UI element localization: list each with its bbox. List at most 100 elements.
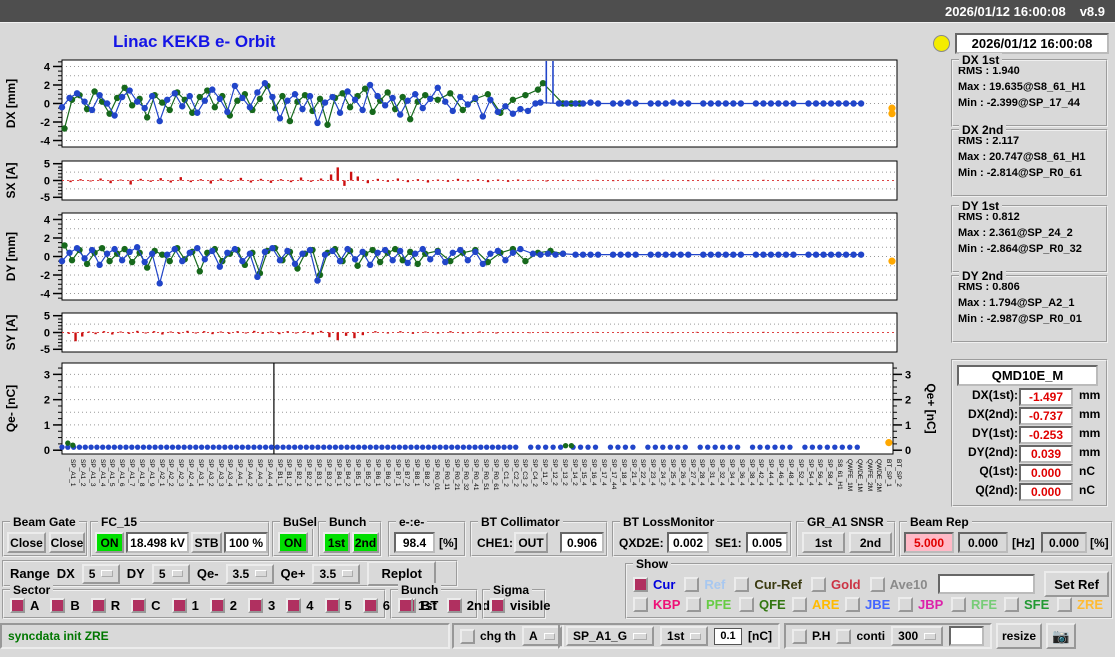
checkbox-label: PFE xyxy=(706,597,732,612)
x-axis-label: SP_14_2 xyxy=(570,459,578,486)
checkbox-icon xyxy=(460,628,475,644)
show-checkbox-cur[interactable]: Cur xyxy=(633,576,675,592)
gr-a1-1st-button[interactable]: 1st xyxy=(802,532,845,553)
bunch-1st-button[interactable]: 1st xyxy=(323,532,350,553)
gr-a1-2nd-button[interactable]: 2nd xyxy=(849,532,892,553)
show-checkbox-rfe[interactable]: RFE xyxy=(951,597,997,612)
sector-checkbox-6[interactable]: 6 xyxy=(362,598,390,613)
beam-gate-label: Beam Gate xyxy=(10,515,79,529)
show-checkbox-are[interactable]: ARE xyxy=(792,597,840,612)
conti-checkbox[interactable]: conti xyxy=(836,628,885,644)
x-axis-label: SP_24_2 xyxy=(659,459,666,486)
sector-checkbox-c[interactable]: C xyxy=(131,598,161,613)
checkbox-icon xyxy=(1057,597,1072,612)
show-checkbox-jbp[interactable]: JBP xyxy=(898,597,943,612)
x-axis-label: SP_A3_3 xyxy=(216,459,224,487)
bunch-dropdown[interactable]: 1st xyxy=(660,626,709,646)
sector-checkbox-b[interactable]: B xyxy=(50,598,80,613)
sector-checkbox-4[interactable]: 4 xyxy=(286,598,314,613)
bunch-2nd-button[interactable]: 2nd xyxy=(352,532,379,553)
checkbox-label: visible xyxy=(510,598,551,613)
show-checkbox-gold[interactable]: Gold xyxy=(811,576,861,592)
show-checkbox-sfe[interactable]: SFE xyxy=(1004,597,1049,612)
beam-gate-close-button-2[interactable]: Close xyxy=(49,532,85,553)
x-axis-label: SP_A1_2 xyxy=(78,459,86,487)
checkbox-icon xyxy=(398,598,413,613)
sector-checkbox-a[interactable]: A xyxy=(10,598,39,613)
x-axis-label: SP_A4_3 xyxy=(255,459,263,487)
bpm-select-panel: SP_A1_G 1st 0.1 [nC] xyxy=(558,623,780,649)
titlebar-time: 2026/01/12 16:00:08 xyxy=(944,3,1066,19)
beam-rep-hz-field: 0.000 xyxy=(958,532,1008,553)
fc15-stb-button[interactable]: STB xyxy=(191,532,222,553)
show-checkbox-pfe[interactable]: PFE xyxy=(686,597,732,612)
page-title: Linac KEKB e- Orbit xyxy=(113,32,276,51)
x-axis-label: SP_12_2 xyxy=(550,459,558,486)
bpm-dropdown[interactable]: SP_A1_G xyxy=(566,626,655,646)
plot-dy: 4 2 0 -2 -4 DY [mm] xyxy=(0,211,900,303)
show-checkbox-jbe[interactable]: JBE xyxy=(845,597,890,612)
threshold-field[interactable]: 0.1 xyxy=(714,627,742,645)
sector-checkbox-5[interactable]: 5 xyxy=(324,598,352,613)
show-checkbox-ave10[interactable]: Ave10 xyxy=(869,576,927,592)
sector-checkbox-1[interactable]: 1 xyxy=(171,598,199,613)
x-axis-label: SP_B3_2 xyxy=(324,459,332,487)
show-checkbox-kbp[interactable]: KBP xyxy=(633,597,681,612)
count-dropdown[interactable]: 300 xyxy=(891,626,944,646)
x-axis-label: SP_34_4 xyxy=(727,459,735,486)
sector-checkbox-2[interactable]: 2 xyxy=(209,598,237,613)
x-axis-label: BT_SP_2 xyxy=(895,459,902,487)
checkbox-icon xyxy=(845,597,860,612)
range-qem-dropdown[interactable]: 3.5 xyxy=(225,563,274,584)
range-qep-dropdown[interactable]: 3.5 xyxy=(312,563,361,584)
beam-gate-close-button-1[interactable]: Close xyxy=(7,532,46,553)
checkbox-label: ARE xyxy=(812,597,840,612)
show-checkbox-ref[interactable]: Ref xyxy=(684,576,726,592)
threshold-unit: [nC] xyxy=(748,629,772,643)
dropdown-indicator-icon xyxy=(633,632,648,640)
fc15-on-button[interactable]: ON xyxy=(95,532,124,553)
monitor-row-label: DY(2nd): xyxy=(968,445,1018,459)
bunch-checkbox-1st[interactable]: 1st xyxy=(398,598,437,613)
show-checkbox-qfe[interactable]: QFE xyxy=(739,597,786,612)
sector-checkbox-r[interactable]: R xyxy=(90,598,120,613)
che1-out-button[interactable]: OUT xyxy=(514,532,548,553)
che1-value-field[interactable]: 0.906 xyxy=(560,532,604,553)
beam-rep-set-field[interactable]: 5.000 xyxy=(904,532,954,553)
chg-th-dropdown[interactable]: A xyxy=(522,626,562,646)
show-checkbox-zre[interactable]: ZRE xyxy=(1057,597,1103,612)
checkbox-label: Ref xyxy=(704,576,726,592)
ph-checkbox[interactable]: P.H xyxy=(792,628,830,644)
ref-name-input[interactable] xyxy=(938,574,1036,594)
blank-input[interactable] xyxy=(949,626,984,646)
svg-text:3: 3 xyxy=(905,369,911,381)
chg-th-checkbox[interactable]: chg th xyxy=(460,628,516,644)
resize-button[interactable]: resize xyxy=(996,623,1042,649)
camera-button[interactable]: 📷 xyxy=(1046,623,1076,649)
ee-ratio-label: e-:e- xyxy=(396,515,428,529)
show-checkbox-cur-ref[interactable]: Cur-Ref xyxy=(734,576,802,592)
x-axis-label: SP_27_4 xyxy=(688,459,696,486)
x-axis-label: SP_15_4 xyxy=(580,459,588,486)
checkbox-label: 6 xyxy=(382,598,390,613)
se1-value-field[interactable]: 0.005 xyxy=(746,532,788,553)
set-ref-button[interactable]: Set Ref xyxy=(1044,571,1109,597)
checkbox-icon xyxy=(633,597,648,612)
sigma-visible-checkbox[interactable]: visible xyxy=(490,598,550,613)
beam-rep-pct-field: 0.000 xyxy=(1041,532,1087,553)
fc15-kv-field[interactable]: 18.498 kV xyxy=(126,532,189,553)
busel-on-button[interactable]: ON xyxy=(278,532,308,553)
range-dx-dropdown[interactable]: 5 xyxy=(81,563,120,584)
range-dy-dropdown[interactable]: 5 xyxy=(151,563,190,584)
ee-ratio-field[interactable]: 98.4 xyxy=(394,532,435,553)
x-axis-label: SP_17_4 xyxy=(600,459,607,486)
fc15-pct-field[interactable]: 100 % xyxy=(224,532,268,553)
checkbox-icon xyxy=(131,598,147,613)
checkbox-label: KBP xyxy=(653,597,681,612)
qxd2e-value-field[interactable]: 0.002 xyxy=(667,532,709,553)
show-label: Show xyxy=(633,557,671,571)
sector-checkbox-3[interactable]: 3 xyxy=(248,598,275,613)
svg-text:-5: -5 xyxy=(40,344,50,355)
x-axis-label: SP_B7_2 xyxy=(403,459,411,487)
x-axis-label: SP_16_4 xyxy=(590,459,598,486)
